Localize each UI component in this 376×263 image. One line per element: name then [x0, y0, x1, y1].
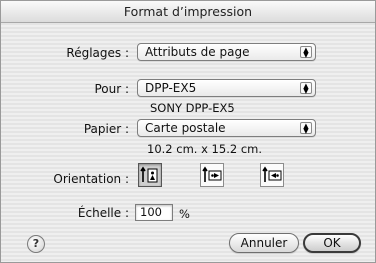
- cancel-button[interactable]: Annuler: [229, 233, 299, 253]
- orientation-landscape-button[interactable]: [200, 163, 224, 187]
- help-button[interactable]: ?: [27, 235, 45, 253]
- portrait-icon: [140, 166, 158, 183]
- reverse-landscape-icon: [262, 166, 282, 182]
- orientation-portrait-button[interactable]: [138, 163, 162, 187]
- orientation-label: Orientation :: [53, 172, 129, 186]
- settings-popup-value: Attributs de page: [145, 45, 250, 59]
- format-for-popup-value: DPP-EX5: [145, 81, 197, 95]
- window-title: Format d’impression: [1, 1, 375, 23]
- page-setup-dialog: Format d’impression Réglages : Attributs…: [0, 0, 376, 263]
- orientation-reverse-landscape-button[interactable]: [260, 163, 284, 187]
- format-for-popup[interactable]: DPP-EX5 ▲ ▼: [137, 79, 316, 97]
- settings-popup[interactable]: Attributs de page ▲ ▼: [137, 43, 316, 61]
- paper-label: Papier :: [83, 122, 129, 136]
- scale-label: Échelle :: [77, 206, 129, 220]
- format-for-label: Pour :: [94, 82, 129, 96]
- scale-input[interactable]: 100: [135, 204, 173, 221]
- popup-arrows-icon: ▲ ▼: [300, 122, 312, 135]
- paper-popup-value: Carte postale: [145, 121, 226, 135]
- paper-dimensions: 10.2 cm. x 15.2 cm.: [147, 142, 262, 156]
- popup-arrows-icon: ▲ ▼: [300, 46, 312, 59]
- ok-button[interactable]: OK: [303, 233, 361, 253]
- settings-label: Réglages :: [66, 46, 129, 60]
- printer-description: SONY DPP-EX5: [150, 101, 235, 115]
- scale-unit: %: [179, 207, 190, 221]
- popup-arrows-icon: ▲ ▼: [300, 82, 312, 95]
- paper-popup[interactable]: Carte postale ▲ ▼: [137, 119, 316, 137]
- landscape-icon: [202, 166, 222, 182]
